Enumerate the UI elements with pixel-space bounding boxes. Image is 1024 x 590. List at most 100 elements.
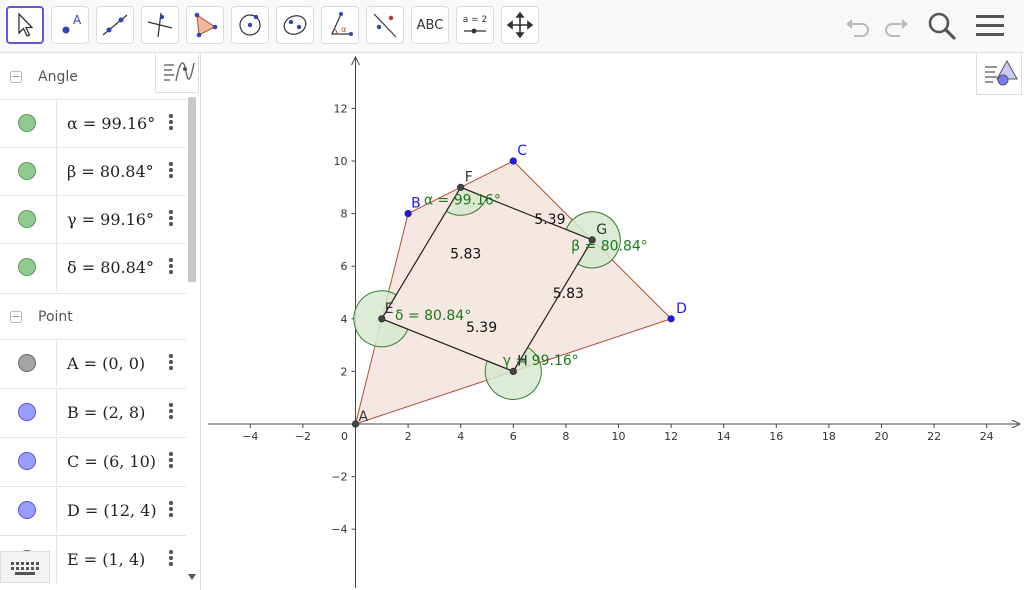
line-tool-button[interactable] [96,6,134,44]
angle-tool-button[interactable]: α [321,6,359,44]
algebra-view: Angle α = 99.16° β = 80.84° γ = 99.16° δ… [0,53,201,590]
y-tick-label: −2 [331,471,347,484]
point-g[interactable] [588,236,596,244]
x-tick-label: −4 [242,430,258,443]
svg-text:α: α [341,25,346,34]
point-tool-button[interactable]: A [51,6,89,44]
more-options-icon[interactable] [169,162,173,180]
algebra-row-beta[interactable]: β = 80.84° [0,147,186,195]
marble-cell [0,438,57,485]
algebra-row-alpha[interactable]: α = 99.16° [0,99,186,147]
visibility-toggle[interactable] [18,452,36,470]
y-tick-label: 4 [341,313,348,326]
circle-tool-button[interactable] [231,6,269,44]
point-label: F [465,169,473,185]
collapse-icon[interactable] [10,71,22,83]
point-label: A [359,409,369,425]
algebra-definition[interactable]: β = 80.84° [67,162,154,181]
algebra-definition[interactable]: δ = 80.84° [67,258,154,277]
more-options-icon[interactable] [169,258,173,276]
slider-tool-button[interactable]: a = 2 [456,6,494,44]
scroll-down-icon[interactable] [187,573,197,581]
point-d[interactable] [667,315,675,323]
keyboard-icon [11,562,39,575]
collapse-icon[interactable] [10,311,22,323]
move-graphics-view-tool-button[interactable] [501,6,539,44]
algebra-definition[interactable]: C = (6, 10) [67,452,156,471]
x-tick-label: 12 [664,430,678,443]
algebra-definition[interactable]: γ = 99.16° [67,210,154,229]
marble-cell [0,196,57,243]
graphics-view[interactable]: −4 −2 0 2 4 6 8 10 12 14 16 18 20 22 24 12 10 8 6 4 2 −2 −4 5.3… [200,53,1024,590]
more-options-icon[interactable] [169,354,173,372]
svg-text:A: A [73,13,82,27]
algebra-definition[interactable]: α = 99.16° [67,114,155,133]
undo-button[interactable] [842,10,874,42]
algebra-row-point-a[interactable]: A = (0, 0) [0,339,186,387]
toolbar: A α ABC a = 2 [0,0,1024,53]
algebra-definition[interactable]: E = (1, 4) [67,550,145,569]
visibility-toggle[interactable] [18,210,36,228]
more-options-icon[interactable] [169,501,173,519]
x-tick-label: 22 [927,430,941,443]
visibility-toggle[interactable] [18,403,36,421]
graphics-style-icon [985,59,1018,86]
point-icon: A [62,13,82,34]
cursor-arrow-icon [18,12,34,37]
algebra-definition[interactable]: D = (12, 4) [67,501,157,520]
marble-cell [0,100,57,147]
scrollbar-thumb[interactable] [188,97,196,282]
visibility-toggle[interactable] [18,354,36,372]
ellipse-tool-button[interactable] [276,6,314,44]
visibility-toggle[interactable] [18,114,36,132]
move-view-icon [506,11,534,39]
reflect-tool-button[interactable] [366,6,404,44]
slider-tool-label: a = 2 [463,15,488,25]
visibility-toggle[interactable] [18,501,36,519]
algebra-row-point-d[interactable]: D = (12, 4) [0,486,186,534]
text-tool-button[interactable]: ABC [411,6,449,44]
polygon-tool-button[interactable] [186,6,224,44]
algebra-definition[interactable]: B = (2, 8) [67,403,145,422]
algebra-style-bar-button[interactable] [155,53,199,93]
more-options-icon[interactable] [169,452,173,470]
point-f[interactable] [457,183,465,191]
move-tool-button[interactable] [6,6,44,44]
geometry-canvas[interactable]: −4 −2 0 2 4 6 8 10 12 14 16 18 20 22 2412108642−2−45.3… [200,53,1024,590]
redo-icon [885,19,908,37]
redo-button[interactable] [880,10,912,42]
group-header-point[interactable]: Point [0,293,186,340]
y-tick-label: 6 [341,260,348,273]
point-c[interactable] [509,157,517,165]
algebra-row-gamma[interactable]: γ = 99.16° [0,195,186,243]
point-label: H [517,353,528,369]
main-menu-button[interactable] [974,10,1006,42]
more-options-icon[interactable] [169,550,173,568]
more-options-icon[interactable] [169,210,173,228]
y-tick-label: −4 [331,523,347,536]
circle-icon [239,14,261,36]
visibility-toggle[interactable] [18,258,36,276]
algebra-row-point-b[interactable]: B = (2, 8) [0,388,186,436]
x-tick-label: 10 [612,430,626,443]
angle-label: δ = 80.84° [395,308,471,324]
algebra-row-point-c[interactable]: C = (6, 10) [0,437,186,485]
line-icon [102,14,128,36]
keyboard-button[interactable] [0,551,50,583]
perpendicular-line-tool-button[interactable] [141,6,179,44]
search-button[interactable] [926,10,958,42]
polygon-icon [194,12,218,38]
more-options-icon[interactable] [169,403,173,421]
more-options-icon[interactable] [169,114,173,132]
y-tick-label: 2 [341,365,348,378]
graphics-style-bar-button[interactable] [976,53,1022,95]
visibility-toggle[interactable] [18,162,36,180]
reflect-icon [373,13,397,38]
algebra-row-delta[interactable]: δ = 80.84° [0,243,186,291]
x-tick-label: 14 [717,430,731,443]
marble-cell [0,487,57,534]
algebra-scrollbar[interactable] [187,95,197,585]
point-h[interactable] [509,367,517,376]
algebra-definition[interactable]: A = (0, 0) [67,354,145,373]
x-tick-label: 18 [822,430,836,443]
